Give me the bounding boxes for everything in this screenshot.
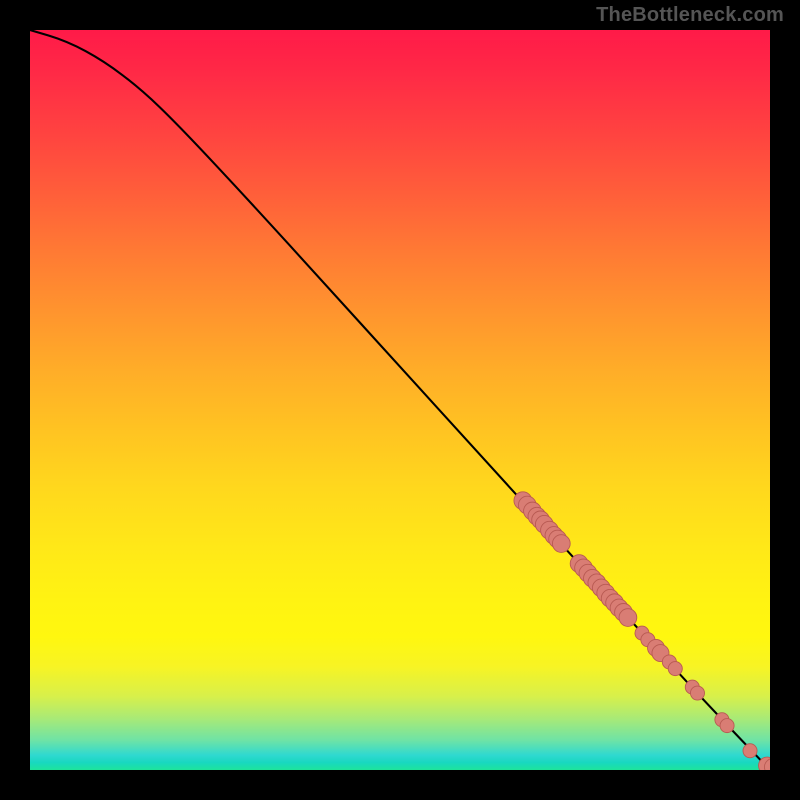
scatter-layer xyxy=(30,30,770,770)
data-point xyxy=(743,744,757,758)
data-point xyxy=(690,686,704,700)
data-point xyxy=(552,535,570,553)
data-point xyxy=(668,662,682,676)
data-point xyxy=(619,609,637,627)
watermark-text: TheBottleneck.com xyxy=(596,4,784,27)
data-point xyxy=(720,719,734,733)
plot-area xyxy=(30,30,770,770)
scatter-points xyxy=(514,492,770,770)
chart-stage: TheBottleneck.com xyxy=(0,0,800,800)
